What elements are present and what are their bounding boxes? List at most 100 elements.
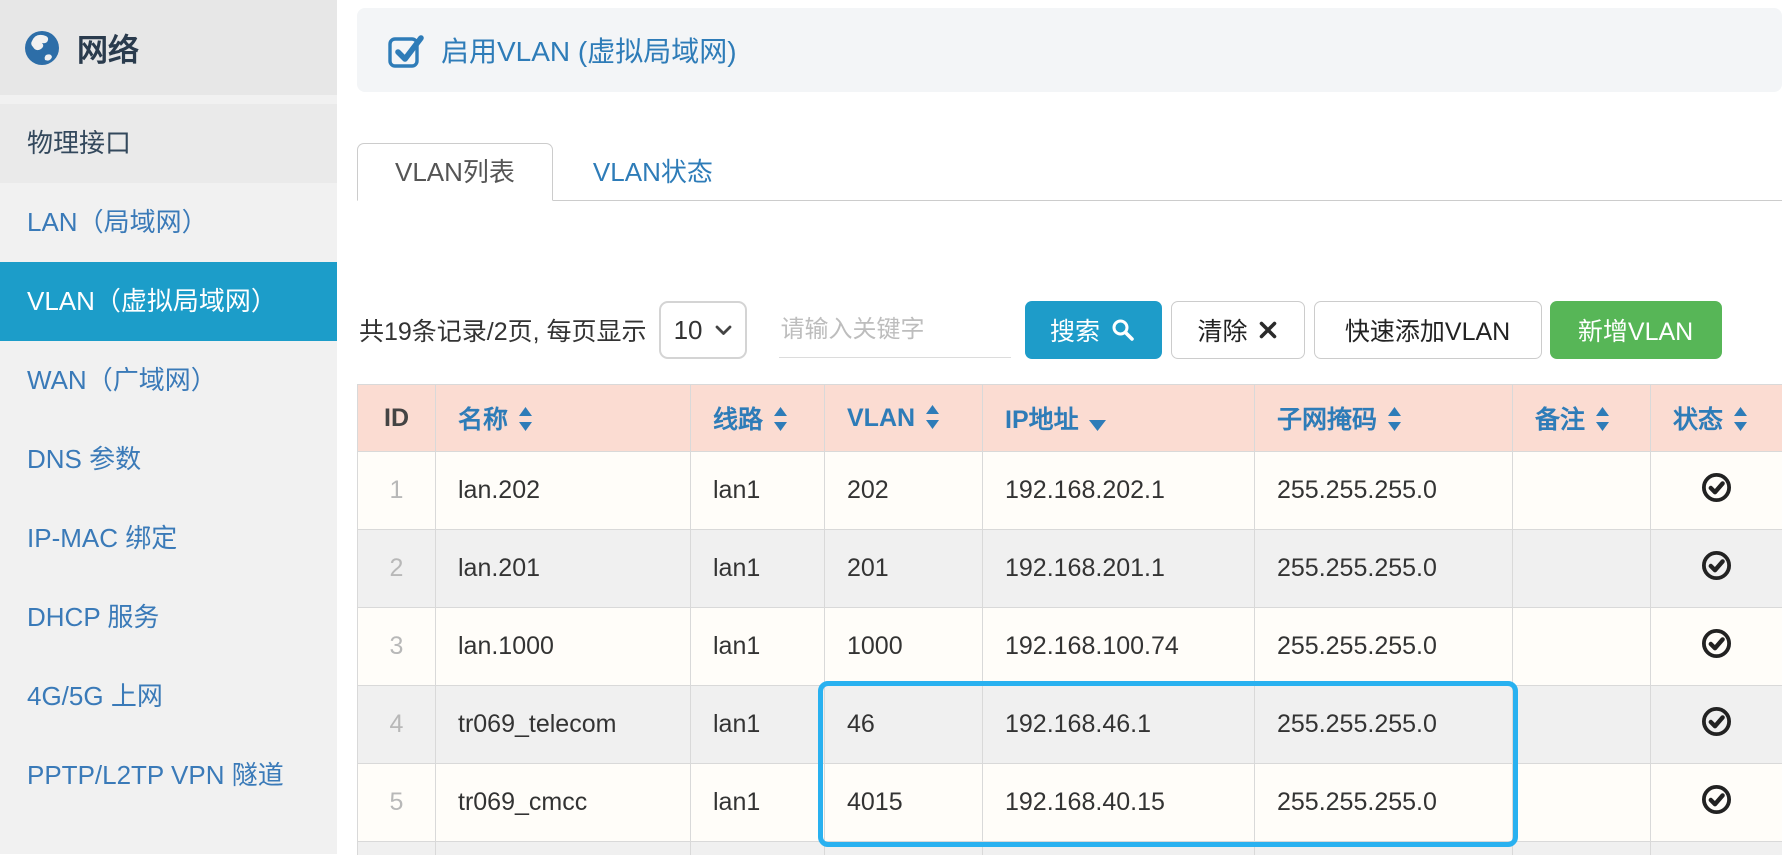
cell-mask: 255.255.255.0 [1255,452,1513,530]
column-header-line[interactable]: 线路 [691,385,825,452]
sidebar-item-4[interactable]: DNS 参数 [0,420,337,499]
cell-status [1651,530,1783,608]
sidebar-item-6[interactable]: DHCP 服务 [0,578,337,657]
cell-line: lan1 [691,452,825,530]
table-row: 1lan.202lan1202192.168.202.1255.255.255.… [358,452,1783,530]
cell-name: lan.1000 [436,608,691,686]
main-content: 启用VLAN (虚拟局域网) VLAN列表 VLAN状态 共19条记录/2页, … [337,0,1790,854]
cell-mask: 255.255.255.0 [1255,764,1513,842]
column-header-mask[interactable]: 子网掩码 [1255,385,1513,452]
cell-name: tr069_telecom [436,686,691,764]
check-circle-icon [1700,471,1733,504]
cell-note [1513,530,1651,608]
cell-ip: 192.168.100.74 [983,608,1255,686]
cell-name: lan.202 [436,452,691,530]
cell-ip: 192.168.201.1 [983,530,1255,608]
check-circle-icon [1700,549,1733,582]
column-header-ip[interactable]: IP地址 [983,385,1255,452]
add-vlan-button[interactable]: 新增VLAN [1550,301,1722,359]
table-row: 5tr069_cmcclan14015192.168.40.15255.255.… [358,764,1783,842]
cell-line: lan1 [691,686,825,764]
column-header-name[interactable]: 名称 [436,385,691,452]
enable-vlan-panel[interactable]: 启用VLAN (虚拟局域网) [357,8,1782,92]
table-row: 3lan.1000lan11000192.168.100.74255.255.2… [358,608,1783,686]
cell-vlan: 201 [825,530,983,608]
column-header-note[interactable]: 备注 [1513,385,1651,452]
clear-button-label: 清除 [1198,312,1248,348]
quick-add-vlan-button[interactable]: 快速添加VLAN [1314,301,1542,359]
table-row: 2lan.201lan1201192.168.201.1255.255.255.… [358,530,1783,608]
sidebar-item-2[interactable]: VLAN（虚拟局域网） [0,262,337,341]
cell-line: lan1 [691,608,825,686]
cell-note [1513,608,1651,686]
column-header-vlan[interactable]: VLAN [825,385,983,452]
sort-desc-icon [1089,420,1106,431]
magnifier-icon [1110,317,1136,343]
cell-mask: 255.255.255.0 [1255,608,1513,686]
sort-arrows-icon [1387,407,1402,431]
sidebar-item-8[interactable]: PPTP/L2TP VPN 隧道 [0,736,337,815]
table-row-clipped [358,842,1783,855]
toolbar: 共19条记录/2页, 每页显示 10 搜索 清除 [357,301,1782,359]
cell-vlan: 1000 [825,608,983,686]
sort-arrows-icon [518,407,533,431]
sort-arrows-icon [925,405,940,429]
cell-status [1651,686,1783,764]
sort-arrows-icon [1595,407,1610,431]
cell-id: 1 [358,452,436,530]
search-button-label: 搜索 [1050,312,1100,348]
vlan-table: ID名称线路VLANIP地址子网掩码备注状态 1lan.202lan120219… [357,384,1782,855]
tab-bar: VLAN列表 VLAN状态 [357,143,1782,201]
sidebar-item-3[interactable]: WAN（广域网） [0,341,337,420]
sidebar-header: 网络 [0,0,337,95]
records-summary: 共19条记录/2页, 每页显示 [359,312,647,348]
enable-vlan-label: 启用VLAN (虚拟局域网) [441,30,737,70]
globe-icon [22,28,62,68]
cell-mask: 255.255.255.0 [1255,530,1513,608]
check-circle-icon [1700,627,1733,660]
check-circle-icon [1700,783,1733,816]
cell-note [1513,452,1651,530]
table-row: 4tr069_telecomlan146192.168.46.1255.255.… [358,686,1783,764]
page-size-select[interactable]: 10 [659,301,747,359]
cell-id: 4 [358,686,436,764]
sort-arrows-icon [773,407,788,431]
sort-arrows-icon [1733,407,1748,431]
sidebar: 网络 物理接口LAN（局域网）VLAN（虚拟局域网）WAN（广域网）DNS 参数… [0,0,337,854]
cell-id: 5 [358,764,436,842]
checked-checkbox-icon[interactable] [387,31,425,69]
vlan-table-container: ID名称线路VLANIP地址子网掩码备注状态 1lan.202lan120219… [357,384,1782,855]
check-circle-icon [1700,705,1733,738]
sidebar-item-5[interactable]: IP-MAC 绑定 [0,499,337,578]
column-header-status[interactable]: 状态 [1651,385,1783,452]
sidebar-item-1[interactable]: LAN（局域网） [0,183,337,262]
search-button[interactable]: 搜索 [1025,301,1162,359]
chevron-down-icon [715,325,732,336]
clear-button[interactable]: 清除 [1171,301,1305,359]
cell-line: lan1 [691,764,825,842]
cell-vlan: 4015 [825,764,983,842]
cell-name: lan.201 [436,530,691,608]
cell-id: 3 [358,608,436,686]
column-header-id[interactable]: ID [358,385,436,452]
cell-note [1513,686,1651,764]
cell-status [1651,452,1783,530]
cell-ip: 192.168.202.1 [983,452,1255,530]
cell-vlan: 46 [825,686,983,764]
page-size-value: 10 [674,315,703,346]
cell-vlan: 202 [825,452,983,530]
sidebar-item-7[interactable]: 4G/5G 上网 [0,657,337,736]
sidebar-item-0[interactable]: 物理接口 [0,104,337,183]
cell-mask: 255.255.255.0 [1255,686,1513,764]
cell-line: lan1 [691,530,825,608]
table-header-row: ID名称线路VLANIP地址子网掩码备注状态 [358,385,1783,452]
cell-id: 2 [358,530,436,608]
cell-note [1513,764,1651,842]
search-input[interactable] [779,303,1011,358]
cell-ip: 192.168.40.15 [983,764,1255,842]
cell-ip: 192.168.46.1 [983,686,1255,764]
cell-status [1651,608,1783,686]
tab-vlan-status[interactable]: VLAN状态 [553,144,753,200]
sidebar-menu: 物理接口LAN（局域网）VLAN（虚拟局域网）WAN（广域网）DNS 参数IP-… [0,95,337,815]
tab-vlan-list[interactable]: VLAN列表 [357,143,553,201]
